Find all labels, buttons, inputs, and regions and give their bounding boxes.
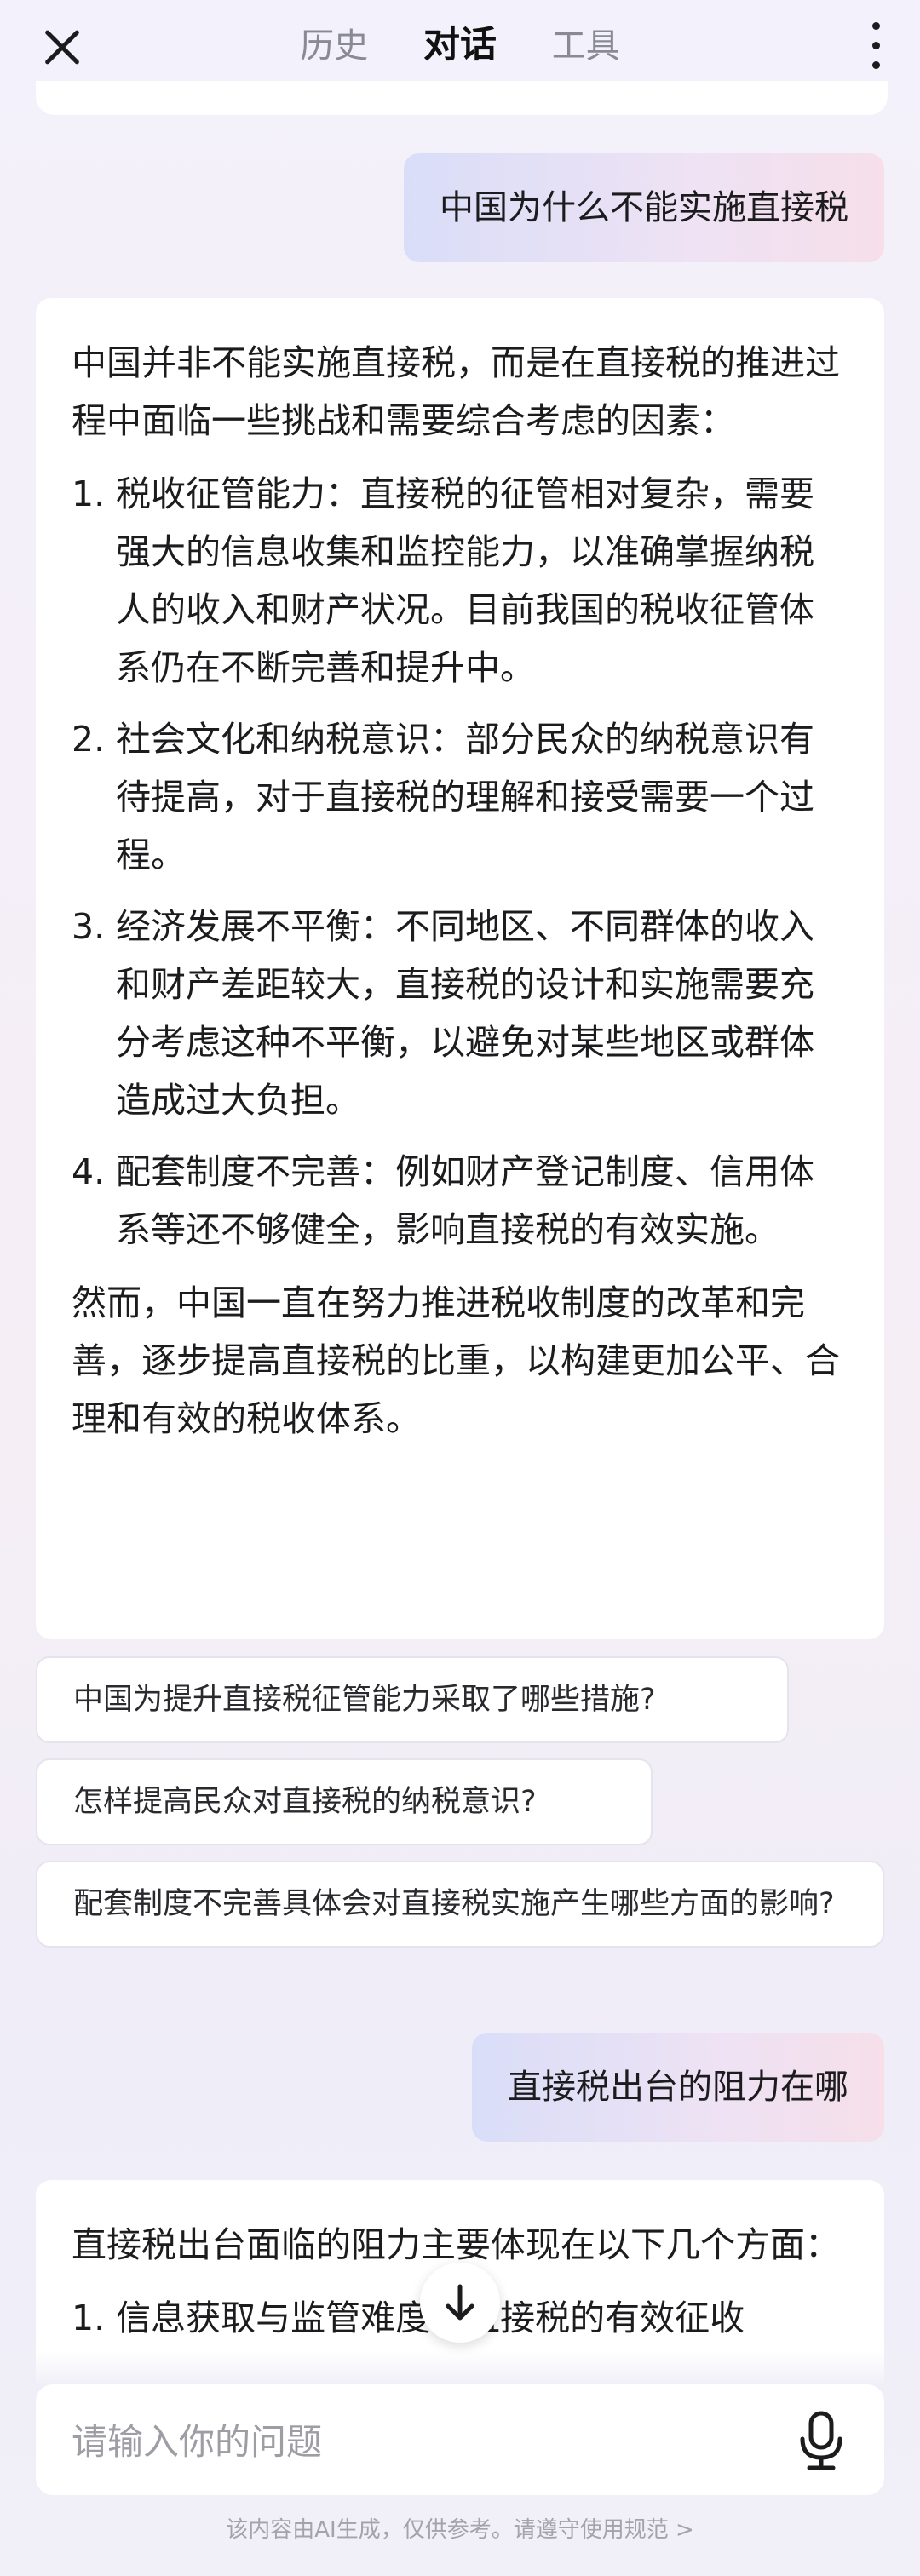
scroll-down-button[interactable] [420,2263,500,2343]
list-item: 1. 税收征管能力：直接税的征管相对复杂，需要强大的信息收集和监控能力，以准确掌握… [72,465,848,697]
chat-input-bar[interactable]: 请输入你的问题 [36,2384,884,2495]
microphone-icon[interactable] [796,2408,847,2471]
top-bar: 历史 对话 工具 [0,0,920,89]
fade-overlay [36,2350,884,2384]
list-text: 社会文化和纳税意识：部分民众的纳税意识有待提高，对于直接税的理解和接受需要一个过… [116,719,814,875]
suggestion-chip[interactable]: 中国为提升直接税征管能力采取了哪些措施? [36,1656,789,1743]
suggestion-chip[interactable]: 配套制度不完善具体会对直接税实施产生哪些方面的影响? [36,1861,884,1948]
response-intro: 中国并非不能实施直接税，而是在直接税的推进过程中面临一些挑战和需要综合考虑的因素… [72,342,840,441]
ai-response: 中国并非不能实施直接税，而是在直接税的推进过程中面临一些挑战和需要综合考虑的因素… [36,298,884,1639]
tab-tools[interactable]: 工具 [552,18,620,67]
list-text: 配套制度不完善：例如财产登记制度、信用体系等还不够健全，影响直接税的有效实施。 [116,1151,814,1250]
list-number: 4. [72,1151,106,1192]
list-item: 4. 配套制度不完善：例如财产登记制度、信用体系等还不够健全，影响直接税的有效实施… [72,1143,848,1259]
list-number: 3. [72,906,106,947]
user-message: 中国为什么不能实施直接税 [404,153,884,262]
arrow-down-icon [446,2284,474,2321]
tab-chat[interactable]: 对话 [423,15,497,68]
disclaimer-text[interactable]: 该内容由AI生成，仅供参考。请遵守使用规范 > [0,2512,920,2544]
tab-bar: 历史 对话 工具 [0,15,920,68]
list-item: 2. 社会文化和纳税意识：部分民众的纳税意识有待提高，对于直接税的理解和接受需要一… [72,710,848,884]
list-text: 经济发展不平衡：不同地区、不同群体的收入和财产差距较大，直接税的设计和实施需要充… [116,906,814,1121]
tab-history[interactable]: 历史 [300,18,368,67]
more-options-icon[interactable] [869,20,883,72]
list-text: 税收征管能力：直接税的征管相对复杂，需要强大的信息收集和监控能力，以准确掌握纳税… [116,473,814,688]
user-message: 直接税出台的阻力在哪 [472,2033,884,2142]
suggestion-chip[interactable]: 怎样提高民众对直接税的纳税意识? [36,1758,653,1845]
response-list: 1. 税收征管能力：直接税的征管相对复杂，需要强大的信息收集和监控能力，以准确掌握… [72,465,848,1259]
response-conclusion: 然而，中国一直在努力推进税收制度的改革和完善，逐步提高直接税的比重，以构建更加公… [72,1282,840,1439]
list-number: 1. [72,473,106,514]
list-number: 2. [72,719,106,760]
previous-card-edge [36,81,888,115]
chat-input[interactable]: 请输入你的问题 [72,2413,322,2465]
list-item: 3. 经济发展不平衡：不同地区、不同群体的收入和财产差距较大，直接税的设计和实施需… [72,898,848,1129]
